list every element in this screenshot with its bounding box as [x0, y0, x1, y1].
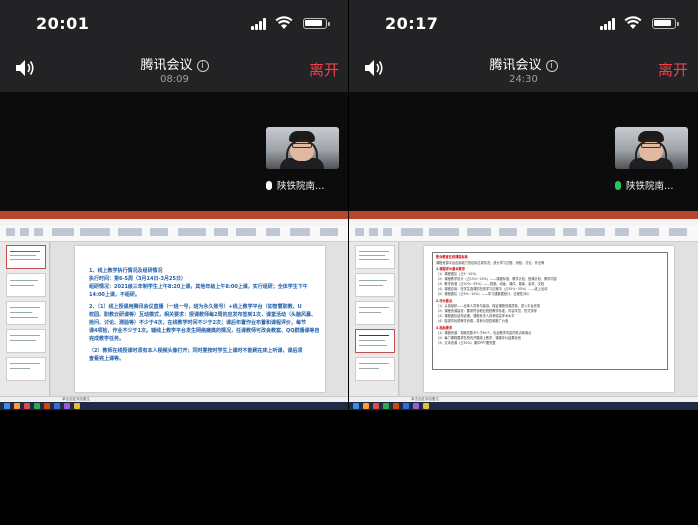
slide-line: 组研情况：2021级三年制学生上午8:20上课，其他年级上午8:00上课，实行组…	[89, 284, 308, 290]
doc-line: （2）每门课程要求在校内开展线上教学，课程评价结果优良	[436, 336, 521, 340]
screen-share[interactable]: 职业教育在线课程标准 课程资源平台应用能力的目标达成情况，统计学习过程、测验、讨…	[349, 211, 698, 410]
doc-line: 课程资源平台应用能力的目标达成情况，统计学习过程、测验、讨论、作业等	[436, 261, 545, 265]
meeting-elapsed: 08:09	[160, 74, 189, 85]
doc-line: （1）课程团队（占5~10%）	[436, 272, 479, 276]
slide-thumb[interactable]	[355, 273, 395, 297]
taskbar	[349, 402, 698, 410]
meeting-title[interactable]: 腾讯会议 i	[0, 54, 349, 73]
slide[interactable]: 职业教育在线课程标准 课程资源平台应用能力的目标达成情况，统计学习过程、测验、讨…	[424, 246, 674, 392]
bottom-area	[0, 410, 349, 525]
slide-thumb[interactable]	[6, 301, 46, 325]
doc-line: 2.评价要点	[436, 299, 453, 303]
meeting-header: 腾讯会议 i 24:30 离开	[349, 44, 698, 92]
slide[interactable]: 1、线上教学执行情况及组研情况 执行时间：第6-5周（3月14日-3月25日） …	[75, 246, 325, 392]
phone-right: 20:17 腾讯会议 i 24:30 离开 陕铁院南… 职业教育在线课程标准 课…	[349, 0, 698, 525]
doc-line: （3）课程团队结构合理，课程负责人具有较高学术水平	[436, 314, 515, 318]
slide-line: 执行时间：第6-5周（3月14日-3月25日）	[89, 276, 186, 282]
ribbon	[0, 225, 349, 242]
slide-line: 课4项检，作业不少于1次。辅线上教学平台发生网络瘫痪的情况，任课教师可改会教案、…	[89, 328, 320, 334]
slide-line: 14:00上课，不组研。	[89, 292, 140, 298]
participant-video[interactable]	[266, 127, 339, 169]
leave-button[interactable]: 离开	[309, 59, 339, 80]
signal-icon	[251, 18, 269, 30]
status-bar: 20:01	[0, 0, 349, 44]
app-title-bar	[349, 211, 698, 219]
doc-line: （1）课程资源：视频总数不少于60个，包含教学内容的重点和难点	[436, 331, 532, 335]
status-bar: 20:17	[349, 0, 698, 44]
slide-thumbnails[interactable]	[349, 242, 399, 396]
slide-thumbnails[interactable]	[0, 242, 50, 396]
participant-video[interactable]	[615, 127, 688, 169]
taskbar	[0, 402, 349, 410]
slide-thumb[interactable]	[6, 273, 46, 297]
app-title-bar	[0, 211, 349, 219]
participant-label: 陕铁院南…	[266, 178, 339, 192]
slide-thumb[interactable]	[355, 301, 395, 325]
slide-line: （2）教师在线授课时须有本人视频头像打开；同时要按时学生上课时不能刷在床上听课，…	[89, 348, 303, 354]
leave-button[interactable]: 离开	[658, 59, 688, 80]
screenshot: 20:01 腾讯会议 i 08:09 离开 陕铁院南… 1、线上教学执行情况及组…	[0, 0, 698, 525]
slide-thumb[interactable]	[355, 329, 395, 353]
doc-line: （3）教学资源（占20%~35%）——视频、动画、课件、题库、素材、文档	[436, 282, 545, 286]
wifi-icon	[275, 16, 293, 29]
doc-line: （1）认真组织——全体人员参与建设，保证课程资源质量，进入平台完成	[436, 304, 541, 308]
slide-canvas: 职业教育在线课程标准 课程资源平台应用能力的目标达成情况，统计学习过程、测验、讨…	[400, 242, 698, 396]
status-time: 20:17	[385, 14, 439, 33]
mic-icon	[615, 181, 621, 190]
meeting-title[interactable]: 腾讯会议 i	[349, 54, 698, 73]
slide-canvas: 1、线上教学执行情况及组研情况 执行时间：第6-5周（3月14日-3月25日） …	[51, 242, 349, 396]
doc-line: （2）课程资源建设：要求符合职业院校教学标准，内容丰富、形式多样	[436, 309, 537, 313]
mic-icon	[266, 181, 272, 190]
slide-thumb[interactable]	[355, 245, 395, 269]
info-icon[interactable]: i	[545, 60, 558, 72]
doc-line: （5）课程团队（占5%~10%）——学习通数据统计、过程性评价	[436, 292, 530, 296]
slide-line: 完成教学任务。	[89, 336, 125, 342]
meeting-header: 腾讯会议 i 08:09 离开	[0, 44, 349, 92]
signal-icon	[600, 18, 618, 30]
meeting-elapsed: 24:30	[509, 74, 538, 85]
phone-left: 20:01 腾讯会议 i 08:09 离开 陕铁院南… 1、线上教学执行情况及组…	[0, 0, 349, 525]
doc-line: （3）文本资源（占30%）课件PPT要完整	[436, 341, 496, 345]
slide-line: 1、线上教学执行情况及组研情况	[89, 268, 163, 274]
doc-line: 3.指标要求	[436, 326, 453, 330]
battery-icon	[652, 18, 679, 29]
doc-line: （2）课程教学设计（占15%~25%）——课程标准、教学计划、授课计划、教学内容	[436, 277, 557, 281]
wifi-icon	[624, 16, 642, 29]
status-time: 20:01	[36, 14, 90, 33]
info-icon[interactable]: i	[196, 60, 209, 72]
doc-line: 1.课程评价基本要求	[436, 267, 465, 271]
slide-thumb[interactable]	[6, 245, 46, 269]
slide-thumb[interactable]	[355, 357, 395, 381]
slide-thumb[interactable]	[6, 357, 46, 381]
slide-line: 校园、职教云研课等）互动模式，相关要求：授课教师每2周的应发布签到1次，课堂活动…	[89, 312, 316, 318]
battery-icon	[303, 18, 330, 29]
doc-line: （4）能提供优质教学资源，具有示范性和推广价值	[436, 319, 509, 323]
ribbon	[349, 225, 698, 242]
slide-line: 查看完上课等。	[89, 356, 125, 362]
doc-heading: 职业教育在线课程标准	[436, 255, 468, 259]
slide-line: 2、（1）线上授课用腾讯会议直播（一班一号，班为永久账号）+线上教学平台（如智慧…	[89, 304, 302, 310]
screen-share[interactable]: 1、线上教学执行情况及组研情况 执行时间：第6-5周（3月14日-3月25日） …	[0, 211, 349, 410]
slide-thumb[interactable]	[6, 329, 46, 353]
bottom-area	[349, 410, 698, 525]
doc-line: （4）课程应用：在学生选课的在线学习过程中（占35%~35%）——线上活动	[436, 287, 548, 291]
slide-line: 抢问、讨论、测验等）不少于4次，在线教学时间不少于2次；课后布置作业布置和课程评…	[89, 320, 306, 326]
participant-label: 陕铁院南…	[615, 178, 688, 192]
